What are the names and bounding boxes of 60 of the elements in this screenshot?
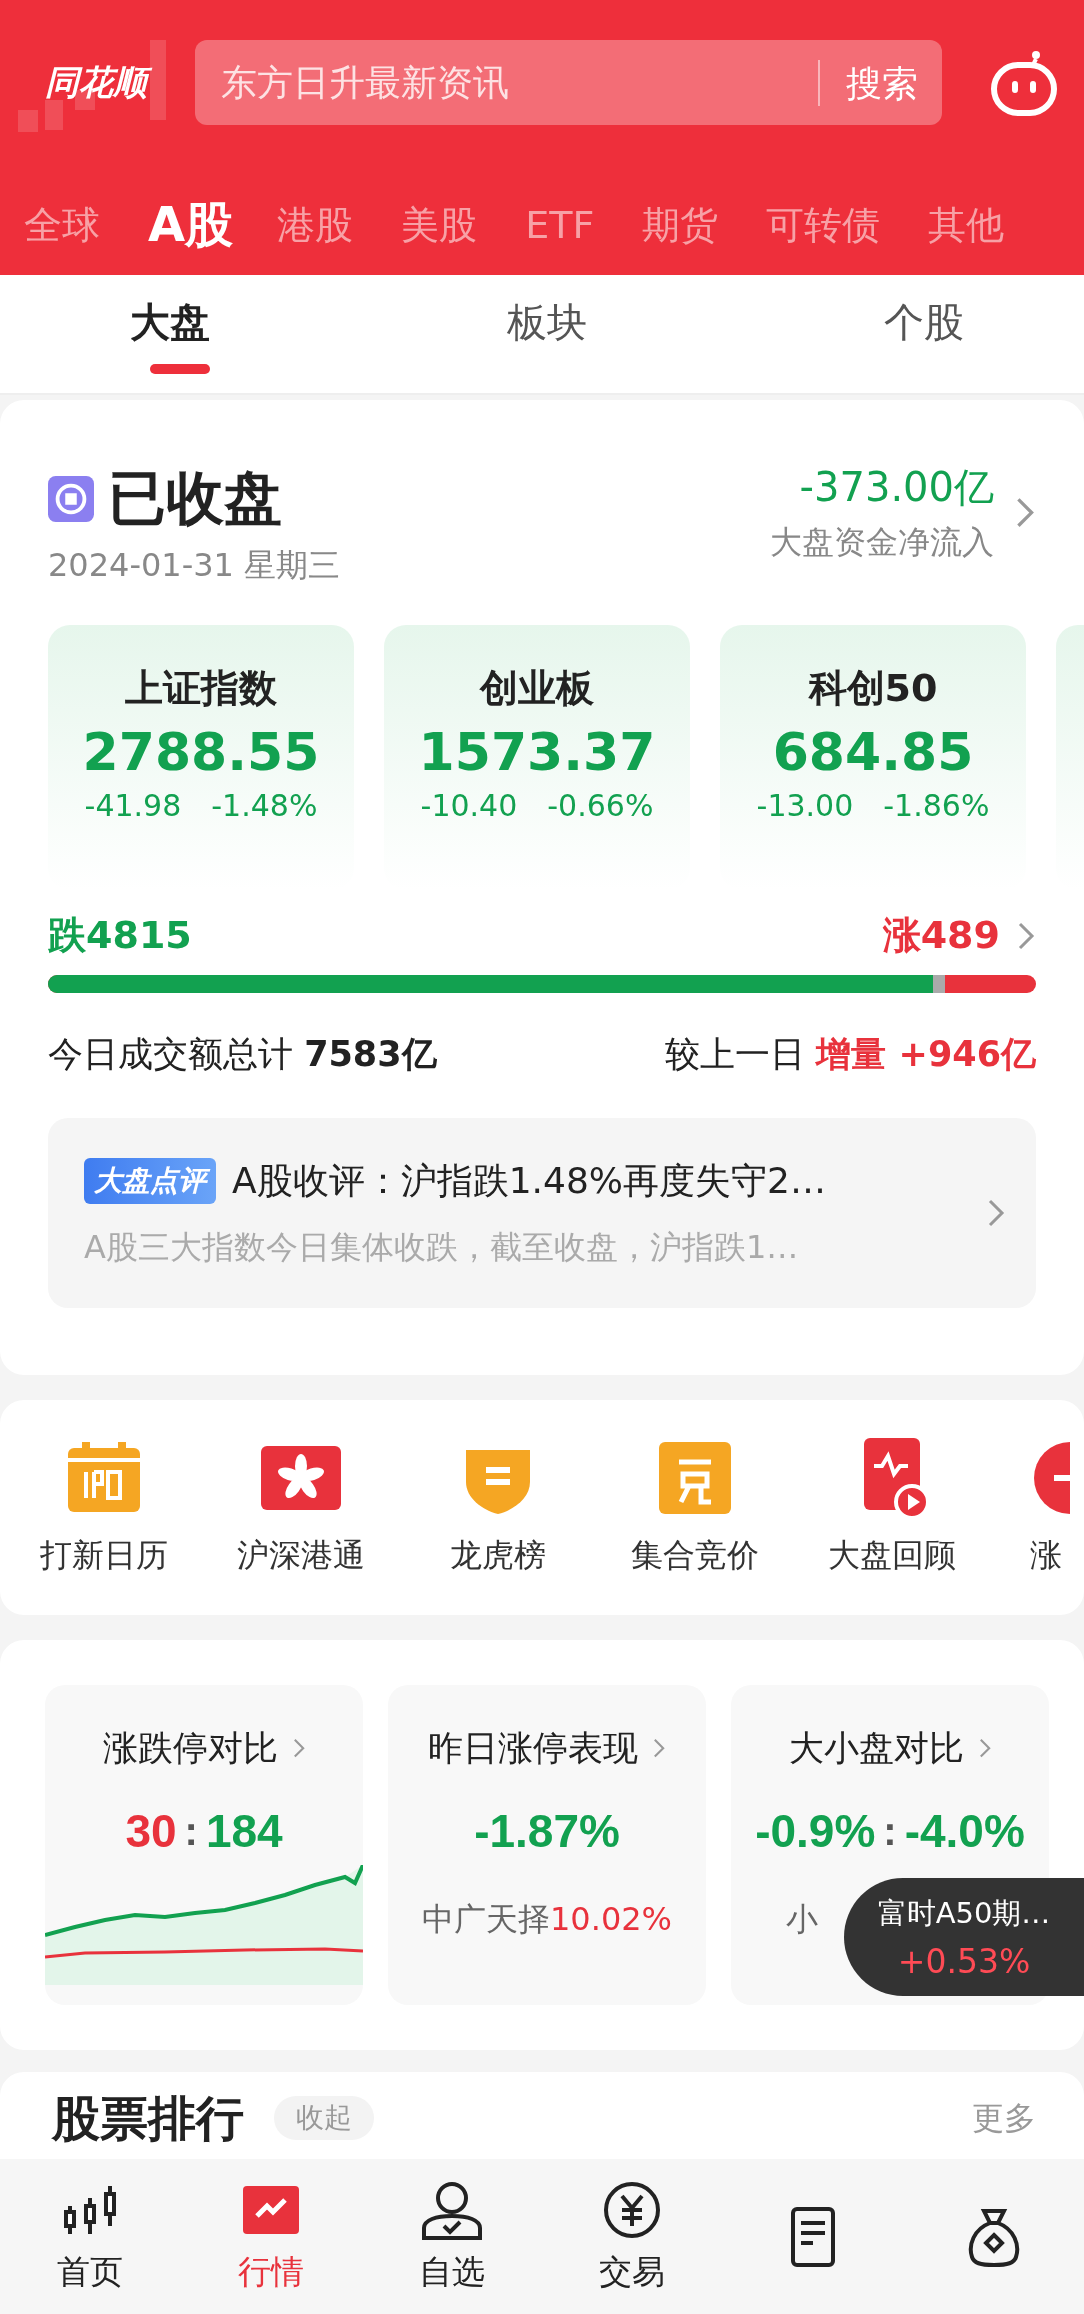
ratio-left: -0.9% bbox=[755, 1804, 876, 1858]
stat-card[interactable]: 昨日涨停表现 -1.87% 中广天择10.02% bbox=[388, 1685, 706, 2005]
ratio-left: 30 bbox=[125, 1804, 177, 1858]
shortcut-label[interactable]: 集合竞价 bbox=[630, 1533, 759, 1578]
stat-value: -1.87% bbox=[474, 1804, 620, 1858]
section-tab[interactable]: 板块 bbox=[408, 275, 686, 393]
commentary-badge: 大盘点评 bbox=[84, 1158, 216, 1204]
chevron-right-icon bbox=[986, 1197, 1006, 1229]
ratio-separator: : bbox=[883, 1808, 897, 1854]
nav-item[interactable]: 首页 bbox=[0, 2178, 181, 2295]
ranking-title: 股票排行 bbox=[52, 2094, 244, 2142]
rising-count: 涨489 bbox=[882, 912, 1000, 959]
shortcut-label[interactable]: 打新日历 bbox=[39, 1533, 168, 1578]
app-logo: 同花顺 bbox=[40, 58, 155, 107]
news-title: A股收评：沪指跌1.48%再度失守2… bbox=[232, 1158, 826, 1203]
stop-status-icon bbox=[48, 476, 94, 522]
index-name: 科创50 bbox=[808, 665, 938, 712]
index-name: 上证指数 bbox=[125, 665, 277, 712]
index-name: 创业板 bbox=[480, 665, 594, 712]
stat-title: 大小盘对比 bbox=[788, 1727, 964, 1770]
nav-item[interactable]: 自选 bbox=[361, 2178, 542, 2295]
shortcut-label[interactable]: 沪深港通 bbox=[236, 1533, 365, 1578]
trade-date: 2024-01-31 星期三 bbox=[48, 545, 341, 586]
stat-note: 小 bbox=[786, 1899, 818, 1940]
net-inflow-label: 大盘资金净流入 bbox=[770, 522, 994, 563]
shortcut-label[interactable]: 涨 bbox=[1030, 1533, 1062, 1578]
turnover-change: 较上一日 增量 +946亿 bbox=[665, 1033, 1036, 1076]
index-percent: -0.66% bbox=[547, 788, 654, 823]
market-commentary[interactable]: 大盘点评 A股收评：沪指跌1.48%再度失守2… A股三大指数今日集体收跌，截至收盘，沪指跌1… bbox=[48, 1118, 1036, 1308]
chevron-right-icon bbox=[652, 1737, 666, 1760]
falling-count: 跌4815 bbox=[48, 912, 192, 959]
section-tab[interactable]: 个股 bbox=[686, 275, 1084, 393]
nav-item[interactable]: 交易 bbox=[542, 2178, 723, 2295]
index-change: -10.40 bbox=[420, 788, 518, 823]
ratio-right: 184 bbox=[205, 1804, 283, 1858]
net-inflow-value: -373.00亿 bbox=[798, 463, 994, 512]
news-summary: A股三大指数今日集体收跌，截至收盘，沪指跌1… bbox=[84, 1226, 800, 1268]
market-status: 已收盘 bbox=[108, 463, 282, 534]
index-value: 2788.55 bbox=[82, 722, 320, 782]
index-value: 684.85 bbox=[772, 722, 974, 782]
stat-card[interactable]: 涨跌停对比 30 : 184 bbox=[45, 1685, 363, 2005]
index-value: 1573.37 bbox=[418, 722, 656, 782]
stat-title: 昨日涨停表现 bbox=[428, 1727, 638, 1770]
market-tab[interactable]: A股 bbox=[148, 193, 234, 257]
nav-item[interactable]: 行情 bbox=[180, 2178, 362, 2295]
index-change: -13.00 bbox=[756, 788, 854, 823]
index-change: -41.98 bbox=[84, 788, 182, 823]
turnover-total: 今日成交额总计 7583亿 bbox=[48, 1033, 437, 1076]
stat-title: 涨跌停对比 bbox=[102, 1727, 278, 1770]
floating-quote-toast[interactable]: 富时A50期… +0.53% bbox=[844, 1878, 1084, 1996]
index-percent: -1.86% bbox=[883, 788, 990, 823]
ratio-right: -4.0% bbox=[904, 1804, 1025, 1858]
chevron-right-icon bbox=[977, 1737, 992, 1760]
index-percent: -1.48% bbox=[211, 788, 318, 823]
shortcut-label[interactable]: 龙虎榜 bbox=[449, 1533, 546, 1578]
shortcut-label[interactable]: 大盘回顾 bbox=[827, 1533, 956, 1578]
stat-note: 中广天择10.02% bbox=[422, 1899, 672, 1940]
chevron-right-icon bbox=[291, 1737, 306, 1760]
section-tab[interactable]: 大盘 bbox=[0, 275, 408, 393]
ratio-separator: : bbox=[184, 1808, 198, 1854]
